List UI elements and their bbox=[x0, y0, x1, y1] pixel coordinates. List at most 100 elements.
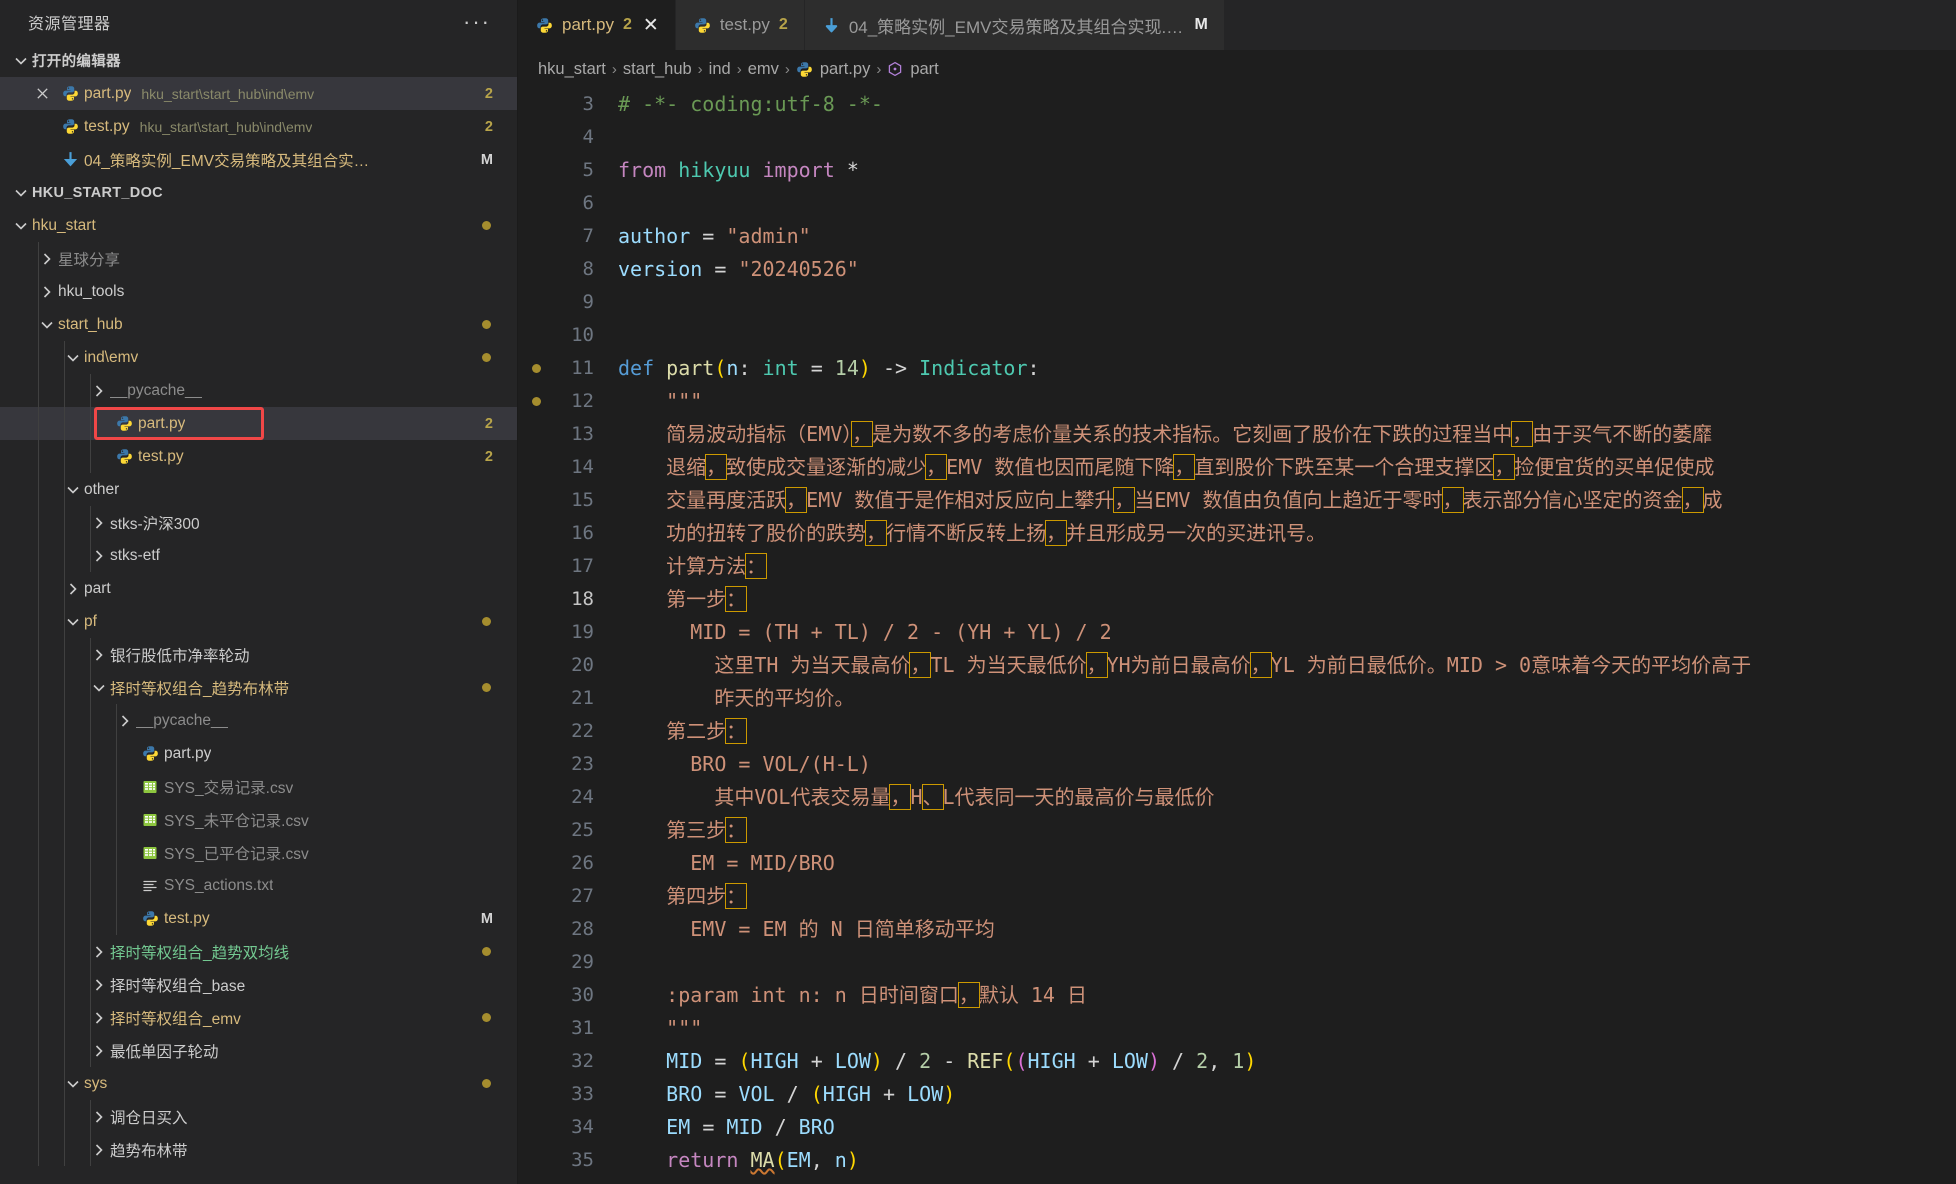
close-icon[interactable] bbox=[28, 86, 56, 101]
indent-guide bbox=[90, 407, 91, 440]
code-line[interactable]: """ bbox=[618, 1012, 1956, 1045]
breadcrumb-item[interactable]: part bbox=[887, 60, 938, 79]
code-line[interactable] bbox=[618, 319, 1956, 352]
tree-item[interactable]: other bbox=[0, 473, 517, 506]
open-editors-section-header[interactable]: 打开的编辑器 bbox=[0, 44, 517, 77]
line-number: 19 bbox=[518, 616, 594, 649]
tree-item[interactable]: SYS_未平仓记录.csv bbox=[0, 803, 517, 836]
explorer-more-actions-icon[interactable]: ··· bbox=[455, 15, 499, 29]
code-line[interactable]: 第一步： bbox=[618, 583, 1956, 616]
code-line[interactable]: """ bbox=[618, 385, 1956, 418]
tree-item[interactable]: 择时等权组合_emv bbox=[0, 1001, 517, 1034]
tree-item[interactable]: part bbox=[0, 572, 517, 605]
editor-tab[interactable]: 04_策略实例_EMV交易策略及其组合实现.mdM bbox=[805, 0, 1225, 50]
tree-item[interactable]: test.pyM bbox=[0, 902, 517, 935]
tree-item-label: pf bbox=[84, 613, 97, 631]
tree-item[interactable]: hku_tools bbox=[0, 275, 517, 308]
code-line[interactable]: 退缩，致使成交量逐渐的减少，EMV 数值也因而尾随下降，直到股价下跌至某一个合理… bbox=[618, 451, 1956, 484]
open-editor-item-markdown[interactable]: 04_策略实例_EMV交易策略及其组合实现.... M bbox=[0, 143, 517, 176]
line-number: 20 bbox=[518, 649, 594, 682]
code-line[interactable] bbox=[618, 121, 1956, 154]
code-line[interactable] bbox=[618, 286, 1956, 319]
chevron-down-icon bbox=[62, 479, 84, 501]
code-line[interactable]: EMV = EM 的 N 日简单移动平均 bbox=[618, 913, 1956, 946]
tree-item[interactable]: hku_start bbox=[0, 209, 517, 242]
code-line[interactable] bbox=[618, 187, 1956, 220]
chevron-right-icon bbox=[88, 1106, 110, 1128]
tree-item[interactable]: sys bbox=[0, 1067, 517, 1100]
code-editor[interactable]: 3456789101112131415161718192021222324252… bbox=[518, 88, 1956, 1184]
tree-item[interactable]: part.py bbox=[0, 737, 517, 770]
line-number: 13 bbox=[518, 418, 594, 451]
tree-item[interactable]: part.py2 bbox=[0, 407, 517, 440]
code-line[interactable]: MID = (HIGH + LOW) / 2 - REF((HIGH + LOW… bbox=[618, 1045, 1956, 1078]
indent-guide bbox=[38, 704, 39, 737]
code-line[interactable]: 计算方法： bbox=[618, 550, 1956, 583]
tree-item[interactable]: 星球分享 bbox=[0, 242, 517, 275]
indent-guide bbox=[64, 407, 65, 440]
tree-item[interactable]: pf bbox=[0, 605, 517, 638]
tree-item[interactable]: __pycache__ bbox=[0, 704, 517, 737]
breadcrumb-item[interactable]: part.py bbox=[796, 60, 870, 79]
indent-guide bbox=[90, 1001, 91, 1034]
vscode-window: 资源管理器 ··· 打开的编辑器 part.py bbox=[0, 0, 1956, 1184]
code-line[interactable]: 其中VOL代表交易量，H、L代表同一天的最高价与最低价 bbox=[618, 781, 1956, 814]
code-line[interactable]: 第四步： bbox=[618, 880, 1956, 913]
tree-item[interactable]: 择时等权组合_趋势布林带 bbox=[0, 671, 517, 704]
editor-tab[interactable]: test.py2 bbox=[676, 0, 805, 50]
csv-icon bbox=[136, 812, 164, 828]
tree-item[interactable]: 择时等权组合_base bbox=[0, 968, 517, 1001]
tree-item[interactable]: SYS_已平仓记录.csv bbox=[0, 836, 517, 869]
breadcrumb-separator-icon: › bbox=[612, 61, 617, 78]
tree-item[interactable]: __pycache__ bbox=[0, 374, 517, 407]
line-number: 7 bbox=[518, 220, 594, 253]
tree-item[interactable]: 趋势布林带 bbox=[0, 1133, 517, 1166]
line-number: 18 bbox=[518, 583, 594, 616]
code-line[interactable]: 昨天的平均价。 bbox=[618, 682, 1956, 715]
tree-item[interactable]: SYS_actions.txt bbox=[0, 869, 517, 902]
tree-item[interactable]: 最低单因子轮动 bbox=[0, 1034, 517, 1067]
close-icon[interactable]: ✕ bbox=[643, 14, 659, 37]
open-editor-item-part[interactable]: part.py hku_start\start_hub\ind\emv 2 bbox=[0, 77, 517, 110]
code-line[interactable]: 第三步： bbox=[618, 814, 1956, 847]
open-editor-item-test[interactable]: test.py hku_start\start_hub\ind\emv 2 bbox=[0, 110, 517, 143]
breadcrumb-item[interactable]: hku_start bbox=[538, 60, 606, 79]
code-line[interactable] bbox=[618, 946, 1956, 979]
code-line[interactable]: MID = (TH + TL) / 2 - (YH + YL) / 2 bbox=[618, 616, 1956, 649]
tree-item[interactable]: stks-沪深300 bbox=[0, 506, 517, 539]
breadcrumb-item[interactable]: ind bbox=[709, 60, 731, 79]
code-line[interactable]: author = "admin" bbox=[618, 220, 1956, 253]
code-line[interactable]: 功的扭转了股价的跌势，行情不断反转上扬，并且形成另一次的买进讯号。 bbox=[618, 517, 1956, 550]
tree-item[interactable]: SYS_交易记录.csv bbox=[0, 770, 517, 803]
code-line[interactable]: 简易波动指标（EMV），是为数不多的考虑价量关系的技术指标。它刻画了股价在下跌的… bbox=[618, 418, 1956, 451]
indent-guide bbox=[38, 506, 39, 539]
tree-item[interactable]: test.py2 bbox=[0, 440, 517, 473]
code-line[interactable]: 这里TH 为当天最高价，TL 为当天最低价，YH为前日最高价，YL 为前日最低价… bbox=[618, 649, 1956, 682]
tree-item[interactable]: stks-etf bbox=[0, 539, 517, 572]
line-number: 16 bbox=[518, 517, 594, 550]
tree-item[interactable]: start_hub bbox=[0, 308, 517, 341]
code-line[interactable]: EM = MID / BRO bbox=[618, 1111, 1956, 1144]
code-line[interactable]: BRO = VOL/(H-L) bbox=[618, 748, 1956, 781]
code-line[interactable]: 第二步： bbox=[618, 715, 1956, 748]
code-line[interactable]: # -*- coding:utf-8 -*- bbox=[618, 88, 1956, 121]
code-line[interactable]: from hikyuu import * bbox=[618, 154, 1956, 187]
editor-tab[interactable]: part.py2✕ bbox=[518, 0, 676, 50]
breadcrumb-item[interactable]: start_hub bbox=[623, 60, 692, 79]
code-line[interactable]: EM = MID/BRO bbox=[618, 847, 1956, 880]
breadcrumb-item[interactable]: emv bbox=[748, 60, 779, 79]
tree-item[interactable]: 调仓日买入 bbox=[0, 1100, 517, 1133]
tree-item[interactable]: 择时等权组合_趋势双均线 bbox=[0, 935, 517, 968]
code-line[interactable]: BRO = VOL / (HIGH + LOW) bbox=[618, 1078, 1956, 1111]
code-line[interactable]: version = "20240526" bbox=[618, 253, 1956, 286]
workspace-root-header[interactable]: HKU_START_DOC bbox=[0, 176, 517, 209]
code-line[interactable]: def part(n: int = 14) -> Indicator: bbox=[618, 352, 1956, 385]
tree-item[interactable]: 银行股低市净率轮动 bbox=[0, 638, 517, 671]
code-line[interactable]: return MA(EM, n) bbox=[618, 1144, 1956, 1177]
unsaved-dot-indicator bbox=[482, 1079, 491, 1088]
code-content[interactable]: # -*- coding:utf-8 -*- from hikyuu import… bbox=[610, 88, 1956, 1184]
code-line[interactable] bbox=[618, 1177, 1956, 1184]
code-line[interactable]: 交量再度活跃，EMV 数值于是作相对反应向上攀升，当EMV 数值由负值向上趋近于… bbox=[618, 484, 1956, 517]
code-line[interactable]: :param int n: n 日时间窗口，默认 14 日 bbox=[618, 979, 1956, 1012]
tree-item[interactable]: ind\emv bbox=[0, 341, 517, 374]
